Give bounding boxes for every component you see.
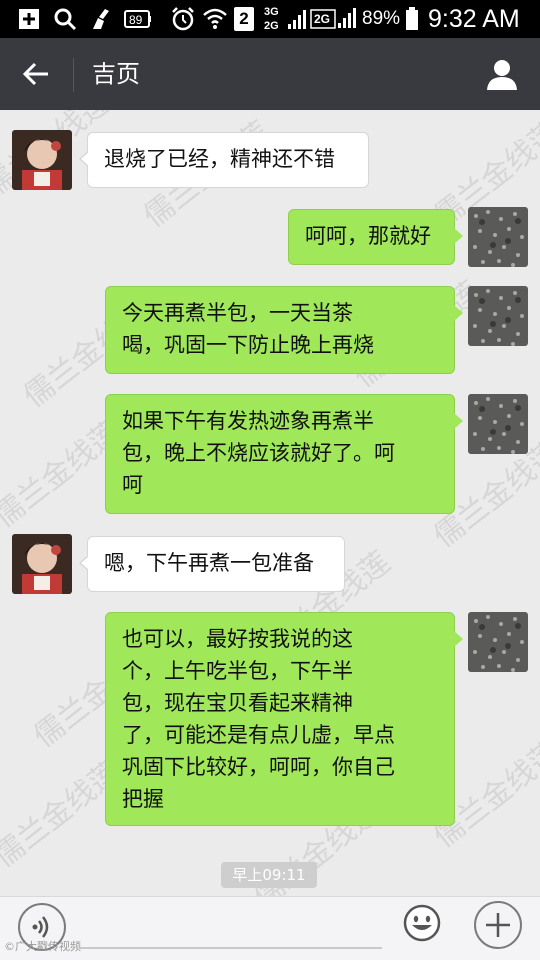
message-text: 呵呵，那就好 [305,224,431,248]
sim-slot-badge: 2 [234,7,254,31]
search-icon [52,7,78,31]
my-avatar[interactable] [468,207,528,267]
person-icon [487,60,517,90]
message-line: 包，现在宝贝看起来精神 [122,691,353,715]
message-line: 也可以，最好按我说的这 [122,627,353,651]
arrow-left-icon [22,62,48,86]
message-bubble[interactable]: 退烧了已经，精神还不错 [79,132,369,188]
plus-icon [486,913,510,937]
message-bubble[interactable]: 嗯，下午再煮一包准备 [79,536,345,592]
message-line: 呵 [122,473,143,497]
more-button[interactable] [474,901,522,949]
message-line: 如果下午有发热迹象再煮半 [122,409,374,433]
message-line: 巩固下比较好，呵呵，你自己 [122,755,395,779]
my-avatar[interactable] [468,394,528,454]
voice-icon [32,916,49,938]
signal-icon [287,7,307,31]
sim-indicator-text: 2 [239,9,249,28]
add-notification-icon [14,7,44,31]
source-credit: ©广大戳传视频 [4,940,81,953]
battery-percent: 89% [362,8,401,29]
input-bar [0,896,540,960]
wifi-icon [202,7,228,31]
message-timestamp: 早上09:11 [221,862,317,888]
my-avatar[interactable] [468,286,528,346]
network-type-secondary: 2G [314,12,331,26]
back-button[interactable] [10,48,62,100]
emoji-button[interactable] [402,903,442,943]
alarm-icon [170,7,196,31]
message-line: 喝，巩固一下防止晚上再烧 [122,333,374,357]
message-line: 今天再煮半包，一天当茶 [122,301,353,325]
message-line: 个，上午吃半包，下午半 [122,659,353,683]
message-bubble[interactable]: 也可以，最好按我说的这 个，上午吃半包，下午半 包，现在宝贝看起来精神 了，可能… [105,612,463,826]
message-bubble[interactable]: 呵呵，那就好 [288,209,463,265]
message-text: 退烧了已经，精神还不错 [104,147,335,171]
header-divider [73,58,74,92]
profile-button[interactable] [480,52,524,96]
message-text: 嗯，下午再煮一包准备 [104,551,314,575]
chat-title: 吉页 [92,60,140,88]
message-bubble[interactable]: 今天再煮半包，一天当茶 喝，巩固一下防止晚上再烧 [105,286,463,374]
status-time: 9:32 AM [428,5,520,33]
my-avatar[interactable] [468,612,528,672]
battery-icon [404,7,420,31]
notification-count: 89 [129,13,143,27]
contact-avatar[interactable] [12,534,72,594]
contact-avatar[interactable] [12,130,72,190]
chat-header: 吉页 [0,38,540,110]
message-bubble[interactable]: 如果下午有发热迹象再煮半 包，晚上不烧应该就好了。呵 呵 [105,394,463,514]
message-line: 包，晚上不烧应该就好了。呵 [122,441,395,465]
message-input[interactable] [80,947,382,949]
message-line: 了，可能还是有点儿虚，早点 [122,723,395,747]
message-line: 把握 [122,787,164,811]
smiley-icon [403,904,441,942]
status-bar: 89 2 3G 2G 2G 89% 9:32 AM [0,0,540,38]
message-list[interactable]: 儒兰金线莲 儒兰金线莲 儒兰金线莲 儒兰金线莲 儒兰金线莲 儒兰金线莲 儒兰金线… [0,110,540,896]
clean-icon [88,7,114,31]
